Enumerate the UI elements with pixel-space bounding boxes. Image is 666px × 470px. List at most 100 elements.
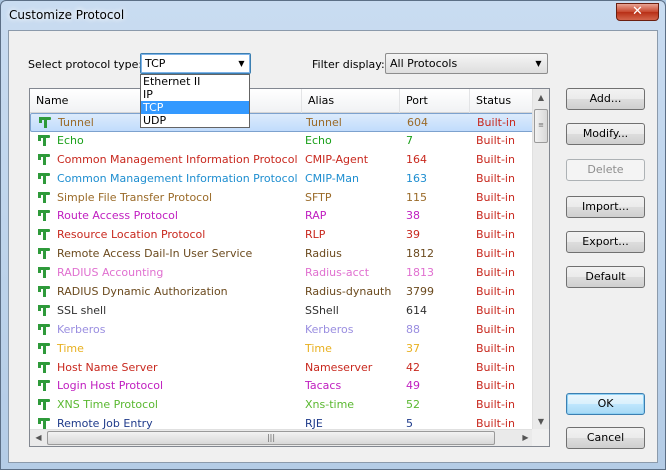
dropdown-option-udp[interactable]: UDP [141, 114, 249, 127]
window-title: Customize Protocol [9, 8, 125, 22]
protocol-type-select[interactable]: TCP ▼ [140, 53, 251, 74]
table-row[interactable]: Login Host Protocol Tacacs 49 Built-in [30, 377, 534, 396]
protocol-alias-cell: Xns-time [305, 396, 400, 414]
protocol-status-cell-text: Built-in [476, 152, 515, 166]
protocol-alias-cell: RLP [305, 226, 400, 244]
protocol-status-cell-text: Built-in [476, 266, 515, 280]
import-button[interactable]: Import... [566, 196, 645, 218]
protocol-port-cell: 1812 [406, 245, 470, 263]
table-row[interactable]: Common Management Information Protocol M… [30, 170, 534, 189]
scroll-down-icon[interactable]: ▼ [533, 413, 549, 430]
protocol-port-cell: 614 [406, 302, 470, 320]
protocol-name-cell: RADIUS Accounting [38, 264, 301, 282]
protocol-status-cell: Built-in [476, 321, 532, 339]
protocol-status-cell-text: Built-in [476, 209, 515, 223]
protocol-tree-icon [38, 191, 50, 203]
protocol-port-cell-text: 88 [406, 322, 420, 336]
protocol-status-cell-text: Built-in [476, 398, 515, 412]
table-row[interactable]: Echo Echo 7 Built-in [30, 132, 534, 151]
protocol-tree-icon [38, 134, 50, 146]
protocol-name-cell: Login Host Protocol [38, 377, 301, 395]
protocol-status-cell-text: Built-in [476, 190, 515, 204]
protocol-tree-icon [38, 153, 50, 165]
protocol-name-cell-text: Common Management Information Protocol M… [57, 171, 301, 185]
dropdown-option-ip[interactable]: IP [141, 88, 249, 101]
protocol-status-cell: Built-in [476, 283, 532, 301]
protocol-name-cell: Route Access Protocol [38, 207, 301, 225]
protocol-tree-icon [38, 379, 50, 392]
column-header-status[interactable]: Status [470, 89, 534, 113]
cancel-button[interactable]: Cancel [566, 427, 645, 449]
protocol-alias-cell: Radius [305, 245, 400, 263]
protocol-tree-icon [38, 304, 50, 316]
column-header-port[interactable]: Port [400, 89, 470, 113]
protocol-alias-cell-text: Kerberos [305, 322, 354, 336]
table-row[interactable]: Kerberos Kerberos 88 Built-in [30, 321, 534, 340]
protocol-status-cell: Built-in [476, 377, 532, 395]
protocol-port-cell-text: 1812 [406, 247, 434, 261]
protocol-port-cell: 604 [407, 114, 471, 132]
table-row[interactable]: Tunnel Tunnel 604 Built-in [30, 113, 534, 132]
protocol-name-cell: RADIUS Dynamic Authorization [38, 283, 301, 301]
protocol-type-value: TCP [145, 57, 166, 70]
protocol-alias-cell-text: SShell [305, 303, 339, 317]
title-bar[interactable]: Customize Protocol ✕ [1, 1, 665, 31]
protocol-name-cell-text: Tunnel [58, 116, 94, 129]
protocol-port-cell-text: 37 [406, 341, 420, 355]
protocol-port-cell: 115 [406, 189, 470, 207]
protocol-alias-cell: Kerberos [305, 321, 400, 339]
modify-button[interactable]: Modify... [566, 123, 645, 145]
delete-button[interactable]: Delete [566, 159, 645, 181]
scroll-up-icon[interactable]: ▲ [533, 89, 549, 106]
default-button[interactable]: Default [566, 266, 645, 288]
protocol-alias-cell-text: Echo [305, 133, 332, 147]
protocol-alias-cell-text: CMIP-Agent [305, 152, 369, 166]
table-row[interactable]: SSL shell SShell 614 Built-in [30, 302, 534, 321]
protocol-alias-cell: Tunnel [306, 114, 401, 132]
protocol-alias-cell: CMIP-Man [305, 170, 400, 188]
table-row[interactable]: XNS Time Protocol Xns-time 52 Built-in [30, 396, 534, 415]
dropdown-option-ethernet[interactable]: Ethernet II [141, 75, 249, 88]
list-header: Name Alias Port Status [30, 89, 534, 113]
protocol-status-cell-text: Built-in [476, 171, 515, 185]
protocol-status-cell: Built-in [476, 189, 532, 207]
protocol-status-cell: Built-in [476, 151, 532, 169]
protocol-port-cell-text: 7 [406, 133, 413, 147]
protocol-name-cell: XNS Time Protocol [38, 396, 301, 414]
dropdown-option-tcp[interactable]: TCP [141, 101, 249, 114]
protocol-alias-cell: CMIP-Agent [305, 151, 400, 169]
protocol-tree-icon [38, 361, 50, 373]
protocol-status-cell: Built-in [476, 302, 532, 320]
protocol-name-cell-text: Common Management Information Protocol A… [57, 152, 301, 166]
table-row[interactable]: Resource Location Protocol RLP 39 Built-in [30, 226, 534, 245]
protocol-list[interactable]: Name Alias Port Status Tunnel Tunnel 604 Bu… [29, 88, 550, 447]
protocol-status-cell-text: Built-in [476, 303, 515, 317]
table-row[interactable]: Time Time 37 Built-in [30, 340, 534, 359]
protocol-name-cell-text: Kerberos [57, 322, 106, 336]
table-row[interactable]: Host Name Server Nameserver 42 Built-in [30, 359, 534, 378]
table-row[interactable]: Remote Access Dail-In User Service Radius… [30, 245, 534, 264]
protocol-status-cell: Built-in [476, 415, 532, 430]
filter-display-select[interactable]: All Protocols ▼ [385, 53, 548, 74]
table-row[interactable]: Common Management Information Protocol A… [30, 151, 534, 170]
horizontal-scrollbar[interactable]: ◀ ||| ▶ [30, 429, 534, 446]
close-button[interactable]: ✕ [616, 3, 659, 21]
ok-button[interactable]: OK [566, 393, 645, 415]
table-row[interactable]: RADIUS Dynamic Authorization Radius-dynau… [30, 283, 534, 302]
table-row[interactable]: Route Access Protocol RAP 38 Built-in [30, 207, 534, 226]
protocol-alias-cell-text: RAP [305, 209, 327, 223]
column-header-alias[interactable]: Alias [302, 89, 400, 113]
protocol-tree-icon [38, 266, 50, 279]
export-button[interactable]: Export... [566, 231, 645, 253]
vertical-scroll-thumb[interactable]: ≡ [534, 109, 548, 143]
table-row[interactable]: RADIUS Accounting Radius-acct 1813 Built-in [30, 264, 534, 283]
horizontal-scroll-thumb[interactable]: ||| [47, 431, 495, 445]
protocol-port-cell-text: 3799 [406, 285, 434, 299]
protocol-port-cell-text: 39 [406, 228, 420, 242]
table-row[interactable]: Simple File Transfer Protocol SFTP 115 Buil… [30, 189, 534, 208]
scroll-left-icon[interactable]: ◀ [30, 430, 47, 446]
table-row[interactable]: Remote Job Entry RJE 5 Built-in [30, 415, 534, 430]
chevron-down-icon: ▼ [535, 59, 542, 68]
add-button[interactable]: Add... [566, 88, 645, 110]
vertical-scrollbar[interactable]: ▲ ≡ ▼ [532, 89, 549, 430]
